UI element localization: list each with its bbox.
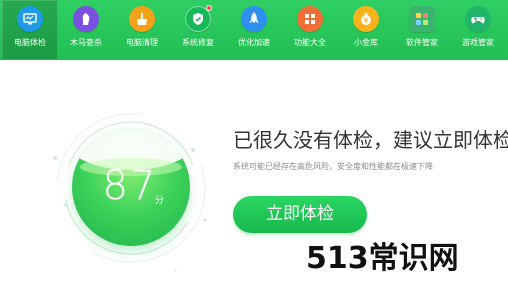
- status-description: 系统可能已经存在高危风险，安全度和性能都在极速下降: [233, 162, 433, 171]
- check-now-button[interactable]: 立即体检: [233, 196, 367, 233]
- nav-item-game-manager[interactable]: 游戏管家: [450, 0, 506, 60]
- trojan-horse-icon: [73, 6, 99, 32]
- nav-item-label: 软件管家: [406, 38, 438, 47]
- nav-item-system-repair[interactable]: 系统修复: [170, 0, 226, 60]
- nav-item-software-manager[interactable]: 软件管家: [394, 0, 450, 60]
- coin-icon: [353, 6, 379, 32]
- watermark-text: 513常识网: [306, 241, 459, 276]
- rocket-icon: [241, 6, 267, 32]
- nav-item-computer-checkup[interactable]: 电脑体检: [2, 0, 58, 60]
- nav-item-trojan-scan[interactable]: 木马查杀: [58, 0, 114, 60]
- nav-item-label: 电脑清理: [126, 38, 158, 47]
- nav-item-label: 功能大全: [294, 38, 326, 47]
- app-store-icon: [409, 6, 435, 32]
- nav-item-label: 电脑体检: [14, 38, 46, 47]
- nav-item-computer-cleanup[interactable]: 电脑清理: [114, 0, 170, 60]
- top-nav-bar: 电脑体检 木马查杀 电脑清理 系统修复 优化加速 功能大全 小金库 软件管家 游…: [0, 0, 508, 60]
- broom-icon: [129, 6, 155, 32]
- score-unit: 分: [155, 196, 165, 206]
- nav-item-label: 系统修复: [182, 38, 214, 47]
- app-window: 电脑体检 木马查杀 电脑清理 系统修复 优化加速 功能大全 小金库 软件管家 游…: [0, 0, 508, 286]
- monitor-icon: [17, 6, 43, 32]
- nav-item-label: 游戏管家: [462, 38, 494, 47]
- gamepad-icon: [465, 6, 491, 32]
- nav-item-all-functions[interactable]: 功能大全: [282, 0, 338, 60]
- nav-item-optimize-speedup[interactable]: 优化加速: [226, 0, 282, 60]
- notification-badge: [206, 5, 212, 11]
- nav-item-label: 木马查杀: [70, 38, 102, 47]
- grid-icon: [297, 6, 323, 32]
- nav-item-label: 小金库: [354, 38, 378, 47]
- nav-item-small-vault[interactable]: 小金库: [338, 0, 394, 60]
- main-nav: 电脑体检 木马查杀 电脑清理 系统修复 优化加速 功能大全 小金库 软件管家 游…: [2, 0, 506, 60]
- nav-item-label: 优化加速: [238, 38, 270, 47]
- status-headline: 已很久没有体检，建议立即体检: [233, 128, 508, 152]
